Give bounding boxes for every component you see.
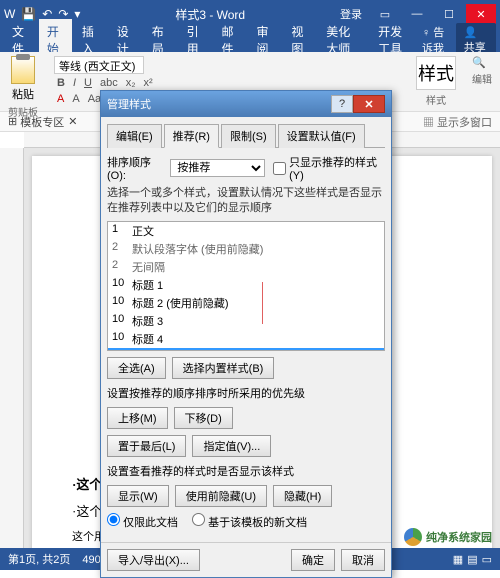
dialog-title: 管理样式 <box>107 96 151 112</box>
underline-button[interactable]: U <box>81 76 95 90</box>
paste-button[interactable]: 粘贴 <box>8 56 38 102</box>
move-up-button[interactable]: 上移(M) <box>107 407 168 429</box>
list-item[interactable]: 10标题 2 (使用前隐藏) <box>108 294 384 312</box>
move-last-button[interactable]: 置于最后(L) <box>107 435 186 457</box>
visibility-section-label: 设置查看推荐的样式时是否显示该样式 <box>107 463 385 479</box>
only-recommended-checkbox[interactable]: 只显示推荐的样式(Y) <box>273 154 385 182</box>
select-all-button[interactable]: 全选(A) <box>107 357 166 379</box>
font-name-select[interactable]: 等线 (西文正文) <box>54 56 144 74</box>
list-item[interactable]: 2无间隔 <box>108 258 384 276</box>
list-item[interactable]: 2默认段落字体 (使用前隐藏) <box>108 240 384 258</box>
import-export-button[interactable]: 导入/导出(X)... <box>107 549 200 571</box>
dialog-tab-restrict[interactable]: 限制(S) <box>221 124 276 148</box>
list-item[interactable]: 10标题 1 <box>108 276 384 294</box>
list-item[interactable]: 10标题 5 <box>108 348 384 351</box>
select-builtin-button[interactable]: 选择内置样式(B) <box>172 357 275 379</box>
edit-group-label: 编辑 <box>472 71 492 86</box>
view-read-icon[interactable]: ▦ <box>453 553 463 566</box>
status-page[interactable]: 第1页, 共2页 <box>8 551 70 567</box>
clipboard-group-label: 剪贴板 <box>8 104 38 119</box>
clipboard-icon <box>11 56 35 84</box>
view-print-icon[interactable]: ▤ <box>467 553 477 566</box>
strike-button[interactable]: abc <box>97 76 121 90</box>
list-item[interactable]: 10标题 4 <box>108 330 384 348</box>
view-web-icon[interactable]: ▭ <box>482 553 492 566</box>
dialog-help-icon[interactable]: ? <box>331 95 353 113</box>
watermark: 纯净系统家园 <box>404 528 492 546</box>
list-item[interactable]: 1正文 <box>108 222 384 240</box>
styles-group-label: 样式 <box>416 92 456 107</box>
bold-button[interactable]: B <box>54 76 68 90</box>
only-this-doc-radio[interactable]: 仅限此文档 <box>107 513 178 530</box>
styles-gallery[interactable]: 样式 <box>416 56 456 90</box>
show-button[interactable]: 显示(W) <box>107 485 169 507</box>
annotation-line <box>262 282 263 324</box>
close-icon[interactable]: ✕ <box>466 4 496 24</box>
highlight-button[interactable]: A <box>69 92 82 106</box>
manage-styles-dialog: 管理样式 ? ✕ 编辑(E) 推荐(R) 限制(S) 设置默认值(F) 排序顺序… <box>100 90 392 578</box>
list-item[interactable]: 10标题 3 <box>108 312 384 330</box>
move-down-button[interactable]: 下移(D) <box>174 407 233 429</box>
vertical-ruler[interactable] <box>0 148 24 568</box>
cancel-button[interactable]: 取消 <box>341 549 385 571</box>
priority-section-label: 设置按推荐的顺序排序时所采用的优先级 <box>107 385 385 401</box>
ok-button[interactable]: 确定 <box>291 549 335 571</box>
dialog-tab-edit[interactable]: 编辑(E) <box>107 124 162 148</box>
font-color-button[interactable]: A <box>54 92 67 106</box>
maximize-icon[interactable]: ☐ <box>434 4 464 24</box>
hide-until-used-button[interactable]: 使用前隐藏(U) <box>175 485 267 507</box>
find-button[interactable]: 🔍 <box>472 56 492 69</box>
dialog-hint: 选择一个或多个样式，设置默认情况下这些样式是否显示在推荐列表中以及它们的显示顺序 <box>107 186 385 217</box>
hide-button[interactable]: 隐藏(H) <box>273 485 332 507</box>
dialog-tab-recommend[interactable]: 推荐(R) <box>164 124 219 148</box>
breadcrumb-close-icon[interactable]: ✕ <box>68 115 77 128</box>
sort-order-label: 排序顺序(O): <box>107 154 166 182</box>
watermark-icon <box>404 528 422 546</box>
multi-window[interactable]: ▦ 显示多窗口 <box>423 114 492 130</box>
italic-button[interactable]: I <box>70 76 79 90</box>
styles-listbox[interactable]: 1正文2默认段落字体 (使用前隐藏)2无间隔10标题 110标题 2 (使用前隐… <box>107 221 385 351</box>
dialog-tab-defaults[interactable]: 设置默认值(F) <box>278 124 365 148</box>
subscript-button[interactable]: x₂ <box>123 76 139 90</box>
sort-order-select[interactable]: 按推荐 <box>170 159 265 177</box>
superscript-button[interactable]: x² <box>141 76 156 90</box>
assign-value-button[interactable]: 指定值(V)... <box>192 435 271 457</box>
dialog-close-icon[interactable]: ✕ <box>353 95 385 113</box>
template-docs-radio[interactable]: 基于该模板的新文档 <box>192 513 307 530</box>
